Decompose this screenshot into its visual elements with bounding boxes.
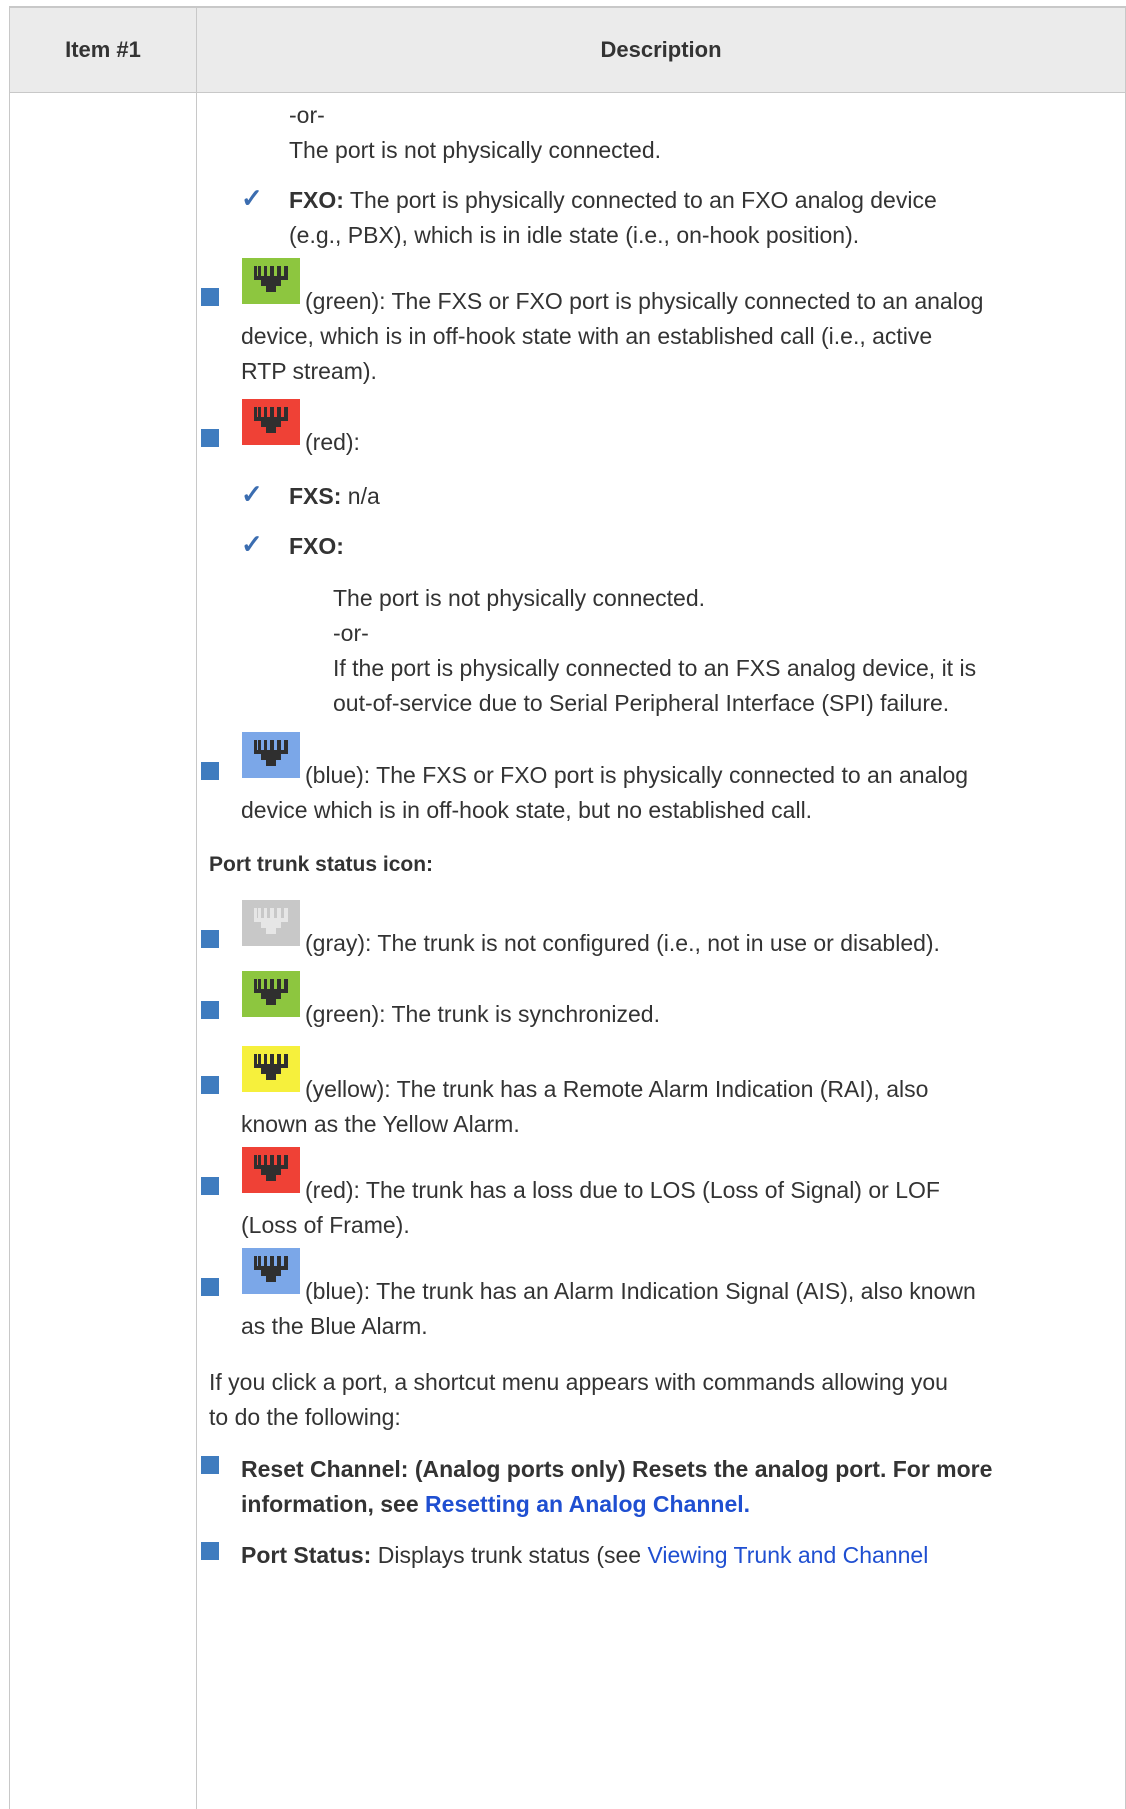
item-cell — [10, 93, 197, 1809]
table-header-row: Item #1 Description — [10, 7, 1126, 93]
check-icon: ✓ — [241, 183, 263, 213]
red-sub-or: -or- — [333, 614, 369, 652]
column-header-item: Item #1 — [10, 7, 197, 93]
red-sub-line1: The port is not physically connected. — [333, 579, 705, 617]
bullet-square — [201, 1076, 219, 1094]
red-sub-line2: If the port is physically connected to a… — [333, 649, 976, 687]
trunk-yellow-line1: (yellow): The trunk has a Remote Alarm I… — [305, 1070, 928, 1108]
fxo-idle-text: The port is physically connected to an F… — [344, 187, 937, 213]
port-connector-icon — [242, 258, 300, 304]
port-connector-icon — [242, 1248, 300, 1294]
column-header-description: Description — [197, 7, 1126, 93]
click-para-line1: If you click a port, a shortcut menu app… — [209, 1363, 948, 1401]
port-connector-icon — [242, 732, 300, 778]
description-cell: -or- The port is not physically connecte… — [197, 93, 1126, 1809]
green-item-line1: (green): The FXS or FXO port is physical… — [305, 282, 983, 320]
reset-line1: Reset Channel: (Analog ports only) Reset… — [241, 1450, 992, 1488]
port-status-text: Displays trunk status (see — [371, 1542, 647, 1568]
port-connector-icon — [242, 971, 300, 1017]
port-connector-icon — [242, 900, 300, 946]
fxo-idle-line1: FXO: The port is physically connected to… — [289, 181, 937, 219]
red-sub-line3: out-of-service due to Serial Peripheral … — [333, 684, 949, 722]
red-item-label: (red): — [305, 423, 360, 461]
description-table: Item #1 Description -or- The port is not… — [9, 6, 1126, 1809]
trunk-status-heading: Port trunk status icon: — [209, 846, 433, 884]
port-connector-icon — [242, 399, 300, 445]
bullet-square — [201, 762, 219, 780]
bullet-square — [201, 1278, 219, 1296]
trunk-red-line1: (red): The trunk has a loss due to LOS (… — [305, 1171, 940, 1209]
fxs-label: FXS: — [289, 483, 341, 509]
port-status-label: Port Status: — [241, 1542, 371, 1568]
trunk-green-text: (green): The trunk is synchronized. — [305, 995, 660, 1033]
bullet-square — [201, 429, 219, 447]
check-icon: ✓ — [241, 529, 263, 559]
green-item-line2: device, which is in off-hook state with … — [241, 317, 932, 355]
trunk-gray-text: (gray): The trunk is not configured (i.e… — [305, 924, 940, 962]
blue-item-line2: device which is in off-hook state, but n… — [241, 791, 812, 829]
check-icon: ✓ — [241, 479, 263, 509]
fxo-label: FXO: — [289, 527, 344, 565]
fxs-text: n/a — [341, 483, 379, 509]
trunk-red-line2: (Loss of Frame). — [241, 1206, 410, 1244]
viewing-trunk-link[interactable]: Viewing Trunk and Channel — [647, 1542, 928, 1568]
click-para-line2: to do the following: — [209, 1398, 401, 1436]
bullet-square — [201, 1177, 219, 1195]
table-row: -or- The port is not physically connecte… — [10, 93, 1126, 1809]
not-connected-text: The port is not physically connected. — [289, 131, 661, 169]
bullet-square — [201, 1456, 219, 1474]
bullet-square — [201, 1001, 219, 1019]
or-text: -or- — [289, 96, 325, 134]
fxo-idle-line2: (e.g., PBX), which is in idle state (i.e… — [289, 216, 859, 254]
green-item-line3: RTP stream). — [241, 352, 377, 390]
fxo-label: FXO: — [289, 187, 344, 213]
trunk-blue-line1: (blue): The trunk has an Alarm Indicatio… — [305, 1272, 976, 1310]
document-page: Item #1 Description -or- The port is not… — [0, 0, 1126, 1807]
bullet-square — [201, 930, 219, 948]
bullet-square — [201, 1542, 219, 1560]
port-status-line: Port Status: Displays trunk status (see … — [241, 1536, 928, 1574]
reset-line2-prefix: information, see — [241, 1491, 425, 1517]
resetting-analog-channel-link[interactable]: Resetting an Analog Channel. — [425, 1491, 750, 1517]
port-connector-icon — [242, 1046, 300, 1092]
trunk-blue-line2: as the Blue Alarm. — [241, 1307, 428, 1345]
blue-item-line1: (blue): The FXS or FXO port is physicall… — [305, 756, 968, 794]
port-connector-icon — [242, 1147, 300, 1193]
trunk-yellow-line2: known as the Yellow Alarm. — [241, 1105, 520, 1143]
fxs-line: FXS: n/a — [289, 477, 380, 515]
reset-line2: information, see Resetting an Analog Cha… — [241, 1485, 750, 1523]
bullet-square — [201, 288, 219, 306]
